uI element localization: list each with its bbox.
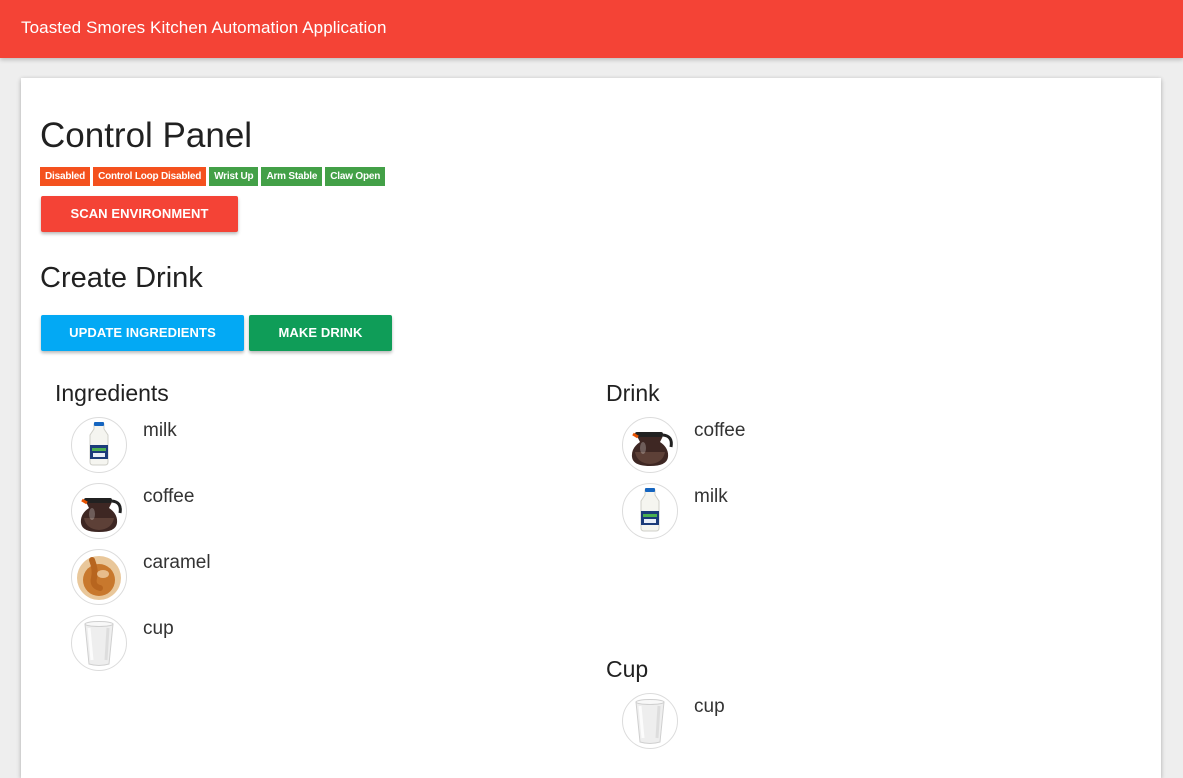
ingredient-label: caramel — [143, 552, 211, 573]
milk-jug-icon — [622, 483, 678, 539]
ingredient-item-caramel[interactable]: caramel — [71, 549, 371, 605]
milk-jug-icon — [71, 417, 127, 473]
update-ingredients-button[interactable]: UPDATE INGREDIENTS — [41, 315, 244, 351]
drink-item-milk[interactable]: milk — [622, 483, 922, 539]
ingredient-item-cup[interactable]: cup — [71, 615, 371, 671]
status-badge-wrist: Wrist Up — [209, 167, 259, 186]
control-panel-title: Control Panel — [40, 116, 253, 155]
status-badge-control-loop: Control Loop Disabled — [93, 167, 207, 186]
make-drink-button[interactable]: MAKE DRINK — [249, 315, 392, 351]
main-card: Control Panel Disabled Control Loop Disa… — [21, 78, 1161, 778]
cup-icon — [71, 615, 127, 671]
coffee-pot-icon — [71, 483, 127, 539]
app-title: Toasted Smores Kitchen Automation Applic… — [21, 18, 387, 37]
cup-label: cup — [694, 696, 725, 717]
app-bar: Toasted Smores Kitchen Automation Applic… — [0, 0, 1183, 58]
ingredient-label: cup — [143, 618, 174, 639]
create-drink-title: Create Drink — [40, 262, 203, 294]
drink-label: milk — [694, 486, 728, 507]
status-badge-disabled: Disabled — [40, 167, 91, 186]
ingredient-item-milk[interactable]: milk — [71, 417, 371, 473]
drink-item-coffee[interactable]: coffee — [622, 417, 922, 473]
cup-icon — [622, 693, 678, 749]
drink-title: Drink — [606, 380, 660, 406]
status-badge-claw: Claw Open — [325, 167, 386, 186]
drink-label: coffee — [694, 420, 746, 441]
coffee-pot-icon — [622, 417, 678, 473]
ingredient-label: coffee — [143, 486, 195, 507]
scan-environment-button[interactable]: SCAN ENVIRONMENT — [41, 196, 238, 232]
status-badge-arm: Arm Stable — [261, 167, 323, 186]
ingredients-title: Ingredients — [55, 380, 169, 406]
status-badges: Disabled Control Loop Disabled Wrist Up … — [40, 167, 386, 186]
caramel-icon — [71, 549, 127, 605]
ingredient-label: milk — [143, 420, 177, 441]
cup-title: Cup — [606, 656, 649, 682]
cup-item-cup[interactable]: cup — [622, 693, 922, 749]
ingredient-item-coffee[interactable]: coffee — [71, 483, 371, 539]
